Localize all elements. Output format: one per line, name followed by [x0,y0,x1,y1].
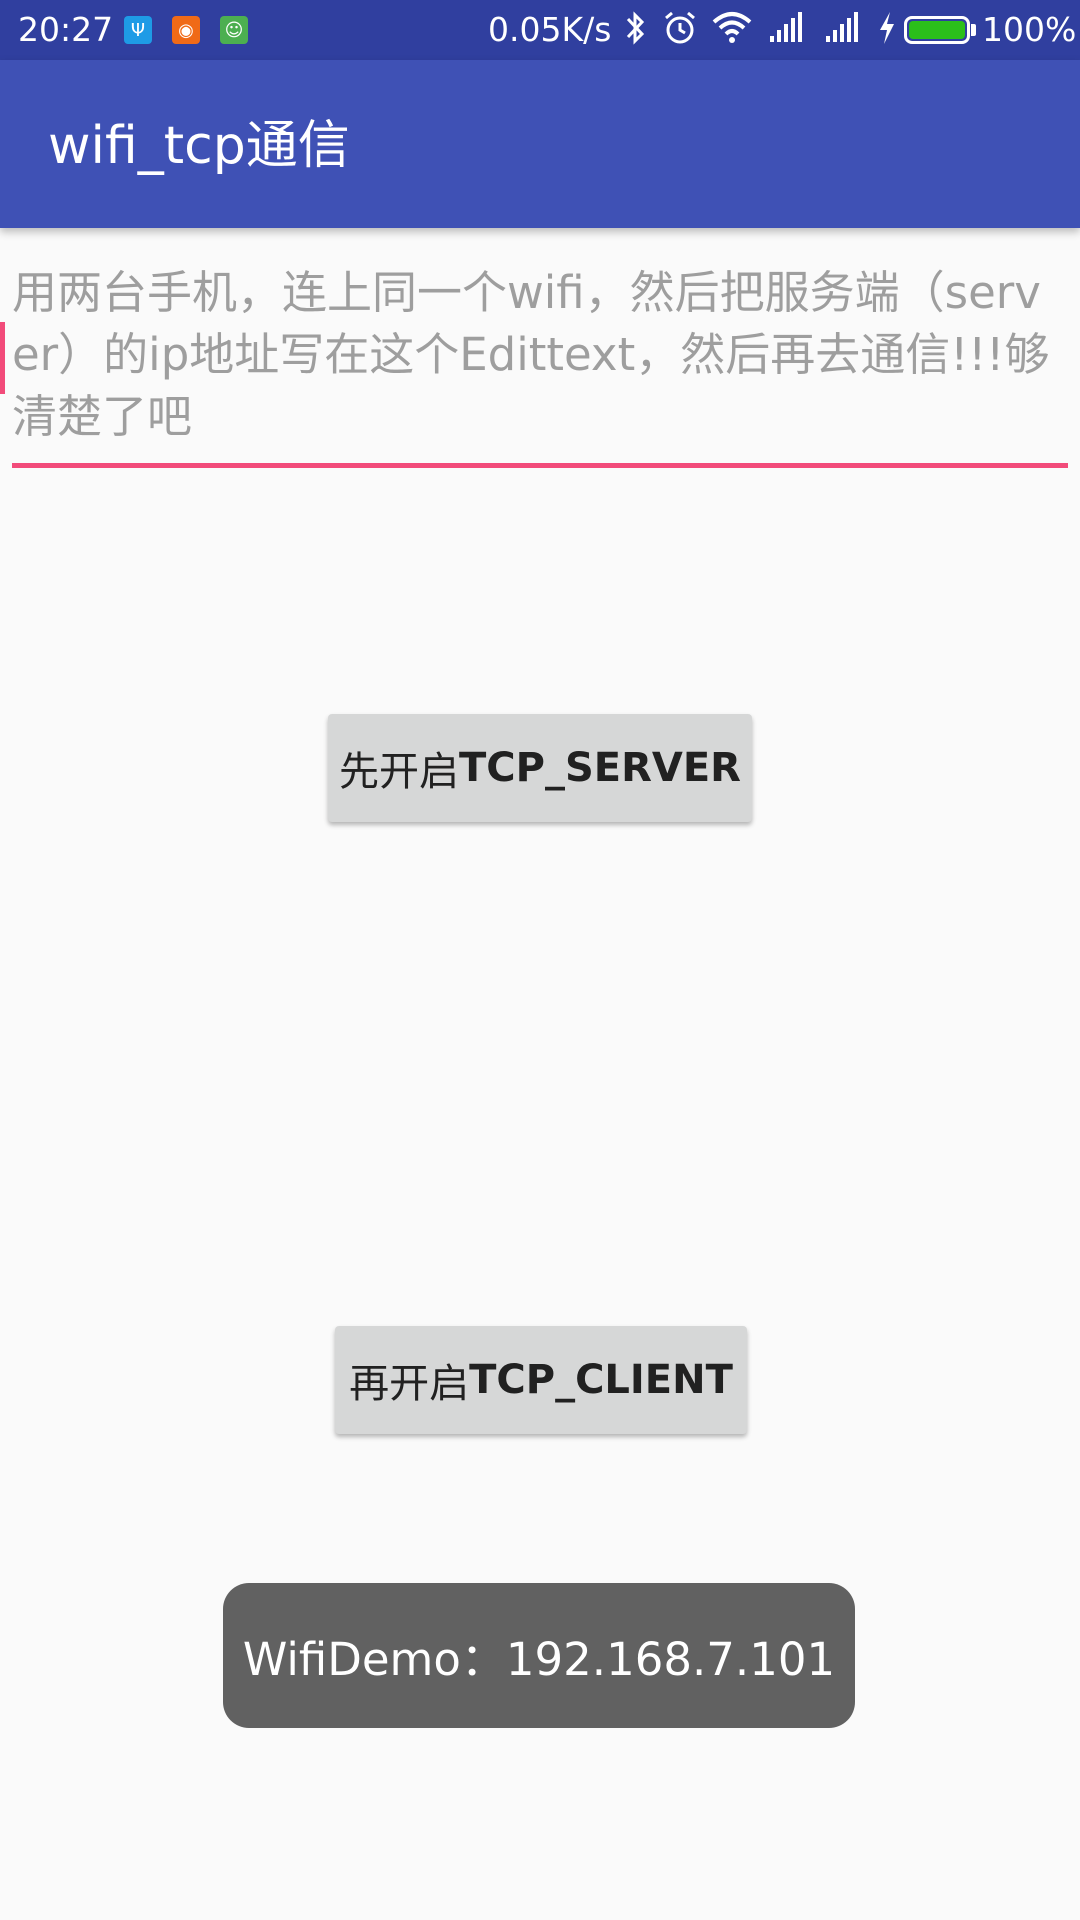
server-button-prefix: 先开启 [339,749,459,795]
battery-percent: 100% [982,10,1077,49]
network-speed: 0.05K/s [488,10,612,49]
battery-tip [971,24,976,36]
signal-icon [768,10,804,57]
android-debug-icon: ☺ [220,16,248,44]
toast-message: WifiDemo：192.168.7.101 [223,1583,855,1728]
charging-icon [876,10,898,57]
status-bar: 20:27 Ψ ◉ ☺ 0.05K/s 100% [0,0,1080,60]
battery-fill [909,21,965,39]
wifi-icon [712,10,752,57]
edittext-hint: 用两台手机，连上同一个wifi，然后把服务端（server）的ip地址写在这个E… [12,266,1050,443]
ip-address-edittext[interactable]: 用两台手机，连上同一个wifi，然后把服务端（server）的ip地址写在这个E… [12,262,1068,462]
app-bar: wifi_tcp通信 [0,60,1080,228]
battery-icon [904,16,970,44]
alarm-icon [662,10,698,57]
app-title: wifi_tcp通信 [48,116,350,176]
edittext-underline [12,463,1068,468]
client-button-prefix: 再开启 [349,1361,470,1407]
bluetooth-icon [622,10,648,57]
orange-app-icon: ◉ [172,16,200,44]
start-tcp-client-button[interactable]: 再开启 TCP_CLIENT [335,1326,747,1434]
text-cursor [0,322,5,394]
screen: 20:27 Ψ ◉ ☺ 0.05K/s 100% wifi_tcp通信 用两台手… [0,0,1080,1920]
client-button-label: TCP_CLIENT [469,1357,733,1403]
usb-icon: Ψ [124,16,152,44]
start-tcp-server-button[interactable]: 先开启 TCP_SERVER [328,714,752,822]
server-button-label: TCP_SERVER [459,745,741,791]
signal-icon [824,10,860,57]
status-time: 20:27 [18,10,114,49]
